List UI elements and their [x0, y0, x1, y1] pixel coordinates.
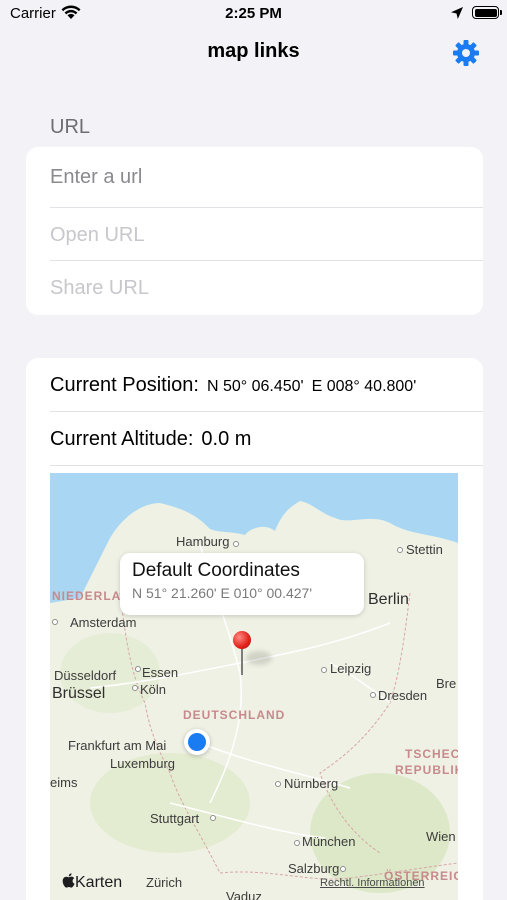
- city-dot: [321, 667, 327, 673]
- maps-logo-text: Karten: [75, 874, 123, 891]
- map-label-czech: TSCHECHISC: [405, 747, 458, 761]
- city-dot: [210, 815, 216, 821]
- map-label-zurich: Zürich: [146, 875, 183, 890]
- location-arrow-icon: [451, 7, 463, 19]
- clock: 2:25 PM: [225, 5, 282, 22]
- current-position-label: Current Position:: [50, 374, 199, 396]
- map-label-essen: Essen: [142, 665, 179, 680]
- annotation-callout[interactable]: Default Coordinates N 51° 21.260' E 010°…: [120, 553, 364, 615]
- map-label-amsterdam: Amsterdam: [70, 615, 137, 630]
- callout-title: Default Coordinates: [132, 560, 300, 581]
- map-label-reims: eims: [50, 775, 78, 790]
- share-url-button[interactable]: Share URL: [50, 277, 483, 300]
- city-dot: [233, 541, 239, 547]
- map-label-germany: DEUTSCHLAND: [183, 708, 286, 722]
- map-label-vaduz: Vaduz: [226, 889, 262, 900]
- map-label-leipzig: Leipzig: [330, 661, 372, 676]
- legal-info-link[interactable]: Rechtl. Informationen: [320, 877, 425, 889]
- map-label-dresden: Dresden: [378, 688, 428, 703]
- battery-icon: [472, 6, 502, 19]
- map-background: [50, 473, 458, 900]
- url-card: Enter a url Open URL Share URL: [26, 147, 483, 315]
- city-dot: [275, 781, 281, 787]
- url-section-header: URL: [50, 116, 91, 138]
- map-label-stuttgart: Stuttgart: [150, 811, 200, 826]
- map-label-bre: Bre: [436, 676, 457, 691]
- pin-shadow: [246, 651, 272, 665]
- city-dot: [294, 840, 300, 846]
- position-card: Current Position: N 50° 06.450' E 008° 40.…: [26, 358, 483, 900]
- divider: [50, 465, 483, 466]
- url-input[interactable]: Enter a url: [50, 166, 483, 189]
- map-label-koln: Köln: [140, 682, 167, 697]
- apple-logo-icon: [62, 873, 75, 888]
- callout-coordinates: N 51° 21.260' E 010° 00.427': [132, 585, 313, 601]
- divider: [50, 207, 483, 208]
- map-label-hamburg: Hamburg: [176, 534, 230, 549]
- map-label-republic: REPUBLIK: [395, 763, 458, 777]
- longitude-value: E 008° 40.800': [311, 378, 417, 395]
- map-label-netherlands: NIEDERLA: [52, 589, 122, 603]
- map-pin-icon[interactable]: [233, 631, 251, 649]
- latitude-value: N 50° 06.450': [206, 378, 304, 395]
- city-dot: [370, 692, 376, 698]
- altitude-value: 0.0 m: [201, 428, 252, 450]
- maps-attribution: Karten: [62, 873, 122, 892]
- map-label-nurnberg: Nürnberg: [284, 776, 339, 791]
- map-view[interactable]: Hamburg Stettin Berlin NIEDERLA Amsterda…: [50, 473, 458, 900]
- divider: [50, 411, 483, 412]
- map-label-dusseldorf: Düsseldorf: [54, 668, 117, 683]
- current-altitude-label: Current Altitude:: [50, 428, 194, 450]
- map-label-frankfurt: Frankfurt am Mai: [68, 738, 167, 753]
- map-label-salzburg: Salzburg: [288, 861, 340, 876]
- divider: [50, 260, 483, 261]
- gear-icon[interactable]: [452, 39, 480, 67]
- map-label-luxemburg: Luxemburg: [110, 756, 176, 771]
- pin-stem: [241, 647, 243, 675]
- status-bar: Carrier 2:25 PM: [0, 0, 507, 28]
- map-label-berlin: Berlin: [368, 591, 409, 608]
- city-dot: [397, 547, 403, 553]
- city-dot: [132, 685, 138, 691]
- current-altitude-row: Current Altitude: 0.0 m: [50, 428, 483, 451]
- user-location-icon[interactable]: [184, 729, 210, 755]
- map-label-wien: Wien: [426, 829, 456, 844]
- nav-title: map links: [207, 40, 300, 62]
- map-label-brussel: Brüssel: [52, 685, 106, 702]
- city-dot: [52, 619, 58, 625]
- open-url-button[interactable]: Open URL: [50, 224, 483, 247]
- map-label-munchen: München: [302, 834, 356, 849]
- city-dot: [135, 666, 141, 672]
- city-dot: [340, 866, 346, 872]
- current-position-row: Current Position: N 50° 06.450' E 008° 40.…: [50, 374, 483, 397]
- map-label-stettin: Stettin: [406, 542, 443, 557]
